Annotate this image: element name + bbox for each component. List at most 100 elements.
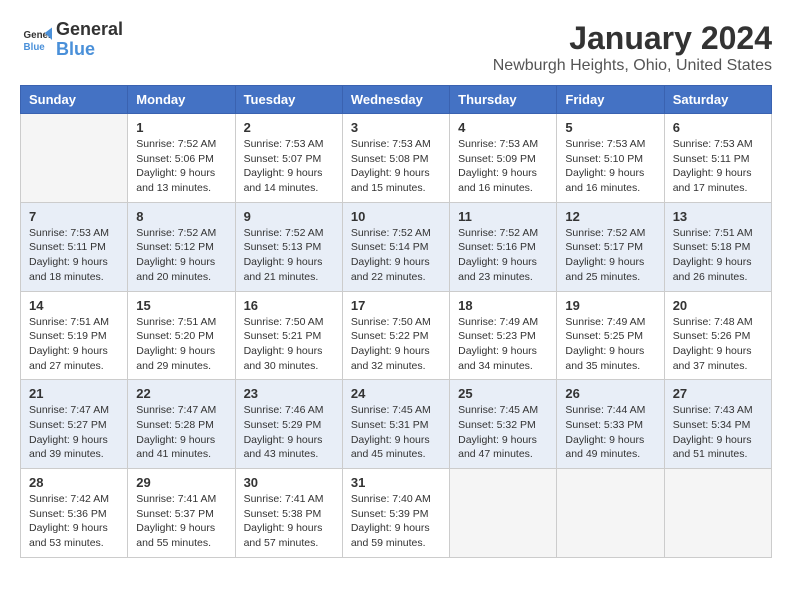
col-header-friday: Friday bbox=[557, 86, 664, 114]
day-info: Sunrise: 7:52 AMSunset: 5:16 PMDaylight:… bbox=[458, 226, 548, 285]
calendar-cell: 14 Sunrise: 7:51 AMSunset: 5:19 PMDayligh… bbox=[21, 291, 128, 380]
calendar-cell: 13 Sunrise: 7:51 AMSunset: 5:18 PMDayligh… bbox=[664, 202, 771, 291]
day-number: 12 bbox=[565, 209, 655, 224]
logo-icon: General Blue bbox=[20, 24, 52, 56]
day-info: Sunrise: 7:53 AMSunset: 5:09 PMDaylight:… bbox=[458, 137, 548, 196]
calendar-cell: 7 Sunrise: 7:53 AMSunset: 5:11 PMDaylight… bbox=[21, 202, 128, 291]
day-number: 11 bbox=[458, 209, 548, 224]
calendar-header: SundayMondayTuesdayWednesdayThursdayFrid… bbox=[21, 86, 772, 114]
day-number: 22 bbox=[136, 386, 226, 401]
day-number: 18 bbox=[458, 298, 548, 313]
day-info: Sunrise: 7:43 AMSunset: 5:34 PMDaylight:… bbox=[673, 403, 763, 462]
col-header-wednesday: Wednesday bbox=[342, 86, 449, 114]
calendar-cell: 30 Sunrise: 7:41 AMSunset: 5:38 PMDayligh… bbox=[235, 469, 342, 558]
day-info: Sunrise: 7:49 AMSunset: 5:25 PMDaylight:… bbox=[565, 315, 655, 374]
day-number: 19 bbox=[565, 298, 655, 313]
day-info: Sunrise: 7:45 AMSunset: 5:32 PMDaylight:… bbox=[458, 403, 548, 462]
day-number: 13 bbox=[673, 209, 763, 224]
calendar-cell: 1Sunrise: 7:52 AMSunset: 5:06 PMDaylight… bbox=[128, 114, 235, 203]
day-info: Sunrise: 7:52 AMSunset: 5:14 PMDaylight:… bbox=[351, 226, 441, 285]
calendar-cell bbox=[21, 114, 128, 203]
svg-text:Blue: Blue bbox=[24, 42, 46, 53]
day-number: 1 bbox=[136, 120, 226, 135]
calendar-cell: 20 Sunrise: 7:48 AMSunset: 5:26 PMDayligh… bbox=[664, 291, 771, 380]
day-number: 29 bbox=[136, 475, 226, 490]
day-number: 7 bbox=[29, 209, 119, 224]
day-info: Sunrise: 7:40 AMSunset: 5:39 PMDaylight:… bbox=[351, 492, 441, 551]
calendar-cell: 29 Sunrise: 7:41 AMSunset: 5:37 PMDayligh… bbox=[128, 469, 235, 558]
day-info: Sunrise: 7:51 AMSunset: 5:19 PMDaylight:… bbox=[29, 315, 119, 374]
calendar-cell bbox=[557, 469, 664, 558]
calendar-cell: 31 Sunrise: 7:40 AMSunset: 5:39 PMDayligh… bbox=[342, 469, 449, 558]
calendar-cell: 22 Sunrise: 7:47 AMSunset: 5:28 PMDayligh… bbox=[128, 380, 235, 469]
calendar-cell bbox=[664, 469, 771, 558]
calendar-cell: 26Sunrise: 7:44 AMSunset: 5:33 PMDayligh… bbox=[557, 380, 664, 469]
col-header-tuesday: Tuesday bbox=[235, 86, 342, 114]
day-info: Sunrise: 7:48 AMSunset: 5:26 PMDaylight:… bbox=[673, 315, 763, 374]
day-info: Sunrise: 7:52 AMSunset: 5:13 PMDaylight:… bbox=[244, 226, 334, 285]
day-number: 14 bbox=[29, 298, 119, 313]
calendar-cell: 11 Sunrise: 7:52 AMSunset: 5:16 PMDayligh… bbox=[450, 202, 557, 291]
calendar-cell: 5Sunrise: 7:53 AMSunset: 5:10 PMDaylight… bbox=[557, 114, 664, 203]
logo: General Blue General Blue bbox=[20, 20, 123, 60]
day-number: 20 bbox=[673, 298, 763, 313]
day-number: 23 bbox=[244, 386, 334, 401]
week-row-3: 14 Sunrise: 7:51 AMSunset: 5:19 PMDayligh… bbox=[21, 291, 772, 380]
calendar-cell: 28Sunrise: 7:42 AMSunset: 5:36 PMDayligh… bbox=[21, 469, 128, 558]
logo-text: General Blue bbox=[56, 20, 123, 60]
title-area: January 2024 Newburgh Heights, Ohio, Uni… bbox=[493, 20, 772, 75]
day-number: 3 bbox=[351, 120, 441, 135]
day-info: Sunrise: 7:47 AMSunset: 5:27 PMDaylight:… bbox=[29, 403, 119, 462]
calendar-cell: 9 Sunrise: 7:52 AMSunset: 5:13 PMDaylight… bbox=[235, 202, 342, 291]
calendar-cell bbox=[450, 469, 557, 558]
day-number: 15 bbox=[136, 298, 226, 313]
day-info: Sunrise: 7:41 AMSunset: 5:38 PMDaylight:… bbox=[244, 492, 334, 551]
col-header-thursday: Thursday bbox=[450, 86, 557, 114]
day-info: Sunrise: 7:50 AMSunset: 5:22 PMDaylight:… bbox=[351, 315, 441, 374]
day-number: 25 bbox=[458, 386, 548, 401]
calendar-cell: 17Sunrise: 7:50 AMSunset: 5:22 PMDayligh… bbox=[342, 291, 449, 380]
week-row-4: 21Sunrise: 7:47 AMSunset: 5:27 PMDayligh… bbox=[21, 380, 772, 469]
calendar-cell: 2Sunrise: 7:53 AMSunset: 5:07 PMDaylight… bbox=[235, 114, 342, 203]
day-info: Sunrise: 7:52 AMSunset: 5:12 PMDaylight:… bbox=[136, 226, 226, 285]
day-info: Sunrise: 7:51 AMSunset: 5:18 PMDaylight:… bbox=[673, 226, 763, 285]
day-number: 24 bbox=[351, 386, 441, 401]
week-row-2: 7 Sunrise: 7:53 AMSunset: 5:11 PMDaylight… bbox=[21, 202, 772, 291]
calendar-cell: 27 Sunrise: 7:43 AMSunset: 5:34 PMDayligh… bbox=[664, 380, 771, 469]
day-info: Sunrise: 7:49 AMSunset: 5:23 PMDaylight:… bbox=[458, 315, 548, 374]
calendar-cell: 25 Sunrise: 7:45 AMSunset: 5:32 PMDayligh… bbox=[450, 380, 557, 469]
day-info: Sunrise: 7:53 AMSunset: 5:10 PMDaylight:… bbox=[565, 137, 655, 196]
day-number: 8 bbox=[136, 209, 226, 224]
day-info: Sunrise: 7:41 AMSunset: 5:37 PMDaylight:… bbox=[136, 492, 226, 551]
day-info: Sunrise: 7:53 AMSunset: 5:11 PMDaylight:… bbox=[29, 226, 119, 285]
subtitle: Newburgh Heights, Ohio, United States bbox=[493, 57, 772, 75]
col-header-saturday: Saturday bbox=[664, 86, 771, 114]
day-info: Sunrise: 7:47 AMSunset: 5:28 PMDaylight:… bbox=[136, 403, 226, 462]
day-number: 31 bbox=[351, 475, 441, 490]
day-number: 10 bbox=[351, 209, 441, 224]
calendar-table: SundayMondayTuesdayWednesdayThursdayFrid… bbox=[20, 85, 772, 558]
page-header: General Blue General Blue January 2024 N… bbox=[20, 20, 772, 75]
calendar-cell: 8 Sunrise: 7:52 AMSunset: 5:12 PMDaylight… bbox=[128, 202, 235, 291]
calendar-cell: 10 Sunrise: 7:52 AMSunset: 5:14 PMDayligh… bbox=[342, 202, 449, 291]
week-row-5: 28Sunrise: 7:42 AMSunset: 5:36 PMDayligh… bbox=[21, 469, 772, 558]
day-number: 4 bbox=[458, 120, 548, 135]
day-number: 6 bbox=[673, 120, 763, 135]
calendar-cell: 3Sunrise: 7:53 AMSunset: 5:08 PMDaylight… bbox=[342, 114, 449, 203]
day-number: 30 bbox=[244, 475, 334, 490]
calendar-cell: 18 Sunrise: 7:49 AMSunset: 5:23 PMDayligh… bbox=[450, 291, 557, 380]
day-number: 26 bbox=[565, 386, 655, 401]
day-info: Sunrise: 7:46 AMSunset: 5:29 PMDaylight:… bbox=[244, 403, 334, 462]
day-info: Sunrise: 7:51 AMSunset: 5:20 PMDaylight:… bbox=[136, 315, 226, 374]
day-info: Sunrise: 7:50 AMSunset: 5:21 PMDaylight:… bbox=[244, 315, 334, 374]
calendar-cell: 24Sunrise: 7:45 AMSunset: 5:31 PMDayligh… bbox=[342, 380, 449, 469]
calendar-cell: 23 Sunrise: 7:46 AMSunset: 5:29 PMDayligh… bbox=[235, 380, 342, 469]
day-number: 27 bbox=[673, 386, 763, 401]
calendar-cell: 16Sunrise: 7:50 AMSunset: 5:21 PMDayligh… bbox=[235, 291, 342, 380]
calendar-cell: 19 Sunrise: 7:49 AMSunset: 5:25 PMDayligh… bbox=[557, 291, 664, 380]
calendar-cell: 6 Sunrise: 7:53 AMSunset: 5:11 PMDaylight… bbox=[664, 114, 771, 203]
main-title: January 2024 bbox=[493, 20, 772, 57]
day-number: 9 bbox=[244, 209, 334, 224]
day-info: Sunrise: 7:53 AMSunset: 5:11 PMDaylight:… bbox=[673, 137, 763, 196]
day-number: 2 bbox=[244, 120, 334, 135]
